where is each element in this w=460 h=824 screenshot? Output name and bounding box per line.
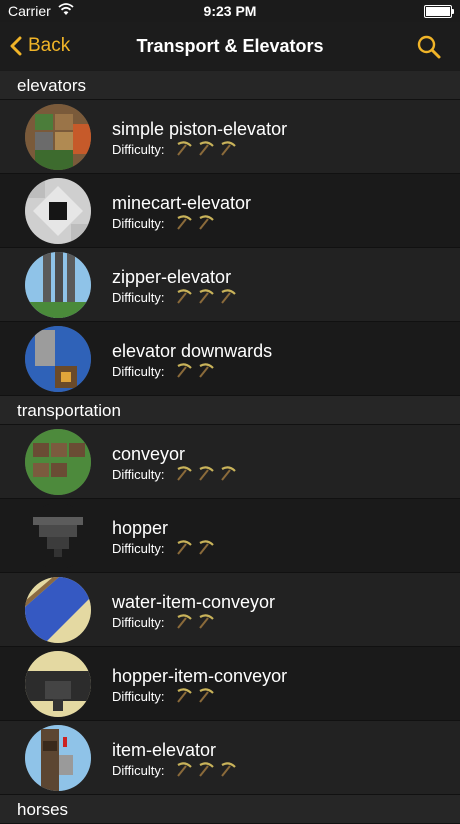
list-item[interactable]: zipper-elevator Difficulty: [0, 248, 460, 322]
pickaxe-icon [199, 363, 214, 378]
pickaxe-icon [221, 466, 236, 481]
item-thumbnail [25, 725, 91, 791]
list-item[interactable]: minecart-elevator Difficulty: [0, 174, 460, 248]
pickaxe-icon [177, 215, 192, 230]
navigation-bar: Back Transport & Elevators [0, 22, 460, 70]
item-thumbnail [25, 429, 91, 495]
pickaxe-icon [199, 540, 214, 555]
item-name: item-elevator [112, 740, 217, 760]
list-item[interactable]: water-item-conveyor Difficulty: [0, 573, 460, 647]
item-name: hopper [112, 518, 169, 538]
list-item[interactable]: hopper Difficulty: [0, 499, 460, 573]
pickaxe-icon [177, 466, 192, 481]
item-thumbnail [25, 577, 91, 643]
search-icon [417, 35, 441, 59]
item-name: minecart-elevator [112, 193, 252, 213]
pickaxe-icon [199, 614, 214, 629]
search-button[interactable] [416, 34, 442, 60]
item-thumbnail [25, 252, 91, 318]
item-thumbnail [25, 178, 91, 244]
item-name: conveyor [112, 444, 186, 464]
status-bar: Carrier 9:23 PM [0, 0, 460, 22]
pickaxe-icon [199, 289, 214, 304]
section-label: elevators [17, 76, 86, 95]
difficulty-label: Difficulty: [112, 216, 165, 231]
difficulty-rating [176, 613, 215, 630]
difficulty-rating [176, 539, 215, 556]
pickaxe-icon [177, 363, 192, 378]
pickaxe-icon [177, 762, 192, 777]
item-thumbnail [25, 503, 91, 569]
list-item[interactable]: conveyor Difficulty: [0, 425, 460, 499]
difficulty-label: Difficulty: [112, 364, 165, 379]
item-name: water-item-conveyor [112, 592, 276, 612]
pickaxe-icon [199, 688, 214, 703]
pickaxe-icon [199, 215, 214, 230]
item-thumbnail [25, 651, 91, 717]
difficulty-rating [176, 362, 215, 379]
difficulty-label: Difficulty: [112, 142, 165, 157]
pickaxe-icon [199, 762, 214, 777]
section-header-horses: horses [0, 795, 460, 824]
item-name: hopper-item-conveyor [112, 666, 288, 686]
pickaxe-icon [221, 762, 236, 777]
item-name: zipper-elevator [112, 267, 232, 287]
pickaxe-icon [177, 614, 192, 629]
pickaxe-icon [221, 289, 236, 304]
pickaxe-icon [199, 466, 214, 481]
pickaxe-icon [199, 141, 214, 156]
difficulty-rating [176, 140, 237, 157]
item-thumbnail [25, 326, 91, 392]
pickaxe-icon [177, 289, 192, 304]
difficulty-rating [176, 465, 237, 482]
section-header-elevators: elevators [0, 71, 460, 100]
difficulty-label: Difficulty: [112, 763, 165, 778]
list-item[interactable]: elevator downwards Difficulty: [0, 322, 460, 396]
difficulty-rating [176, 761, 237, 778]
page-title: Transport & Elevators [136, 36, 324, 56]
item-thumbnail [25, 104, 91, 170]
section-label: transportation [17, 401, 121, 420]
list-item[interactable]: item-elevator Difficulty: [0, 721, 460, 795]
pickaxe-icon [177, 141, 192, 156]
section-label: horses [17, 800, 69, 819]
status-time: 9:23 PM [203, 3, 257, 19]
battery-icon [424, 5, 454, 18]
pickaxe-icon [177, 540, 192, 555]
item-name: simple piston-elevator [112, 119, 288, 139]
item-name: elevator downwards [112, 341, 273, 361]
pickaxe-icon [177, 688, 192, 703]
list-item[interactable]: hopper-item-conveyor Difficulty: [0, 647, 460, 721]
difficulty-label: Difficulty: [112, 541, 165, 556]
difficulty-label: Difficulty: [112, 615, 165, 630]
pickaxe-icon [221, 141, 236, 156]
list-item[interactable]: simple piston-elevator Difficulty: [0, 100, 460, 174]
difficulty-label: Difficulty: [112, 689, 165, 704]
difficulty-rating [176, 687, 215, 704]
difficulty-rating [176, 214, 215, 231]
section-header-transportation: transportation [0, 396, 460, 425]
difficulty-label: Difficulty: [112, 467, 165, 482]
difficulty-rating [176, 288, 237, 305]
difficulty-label: Difficulty: [112, 290, 165, 305]
